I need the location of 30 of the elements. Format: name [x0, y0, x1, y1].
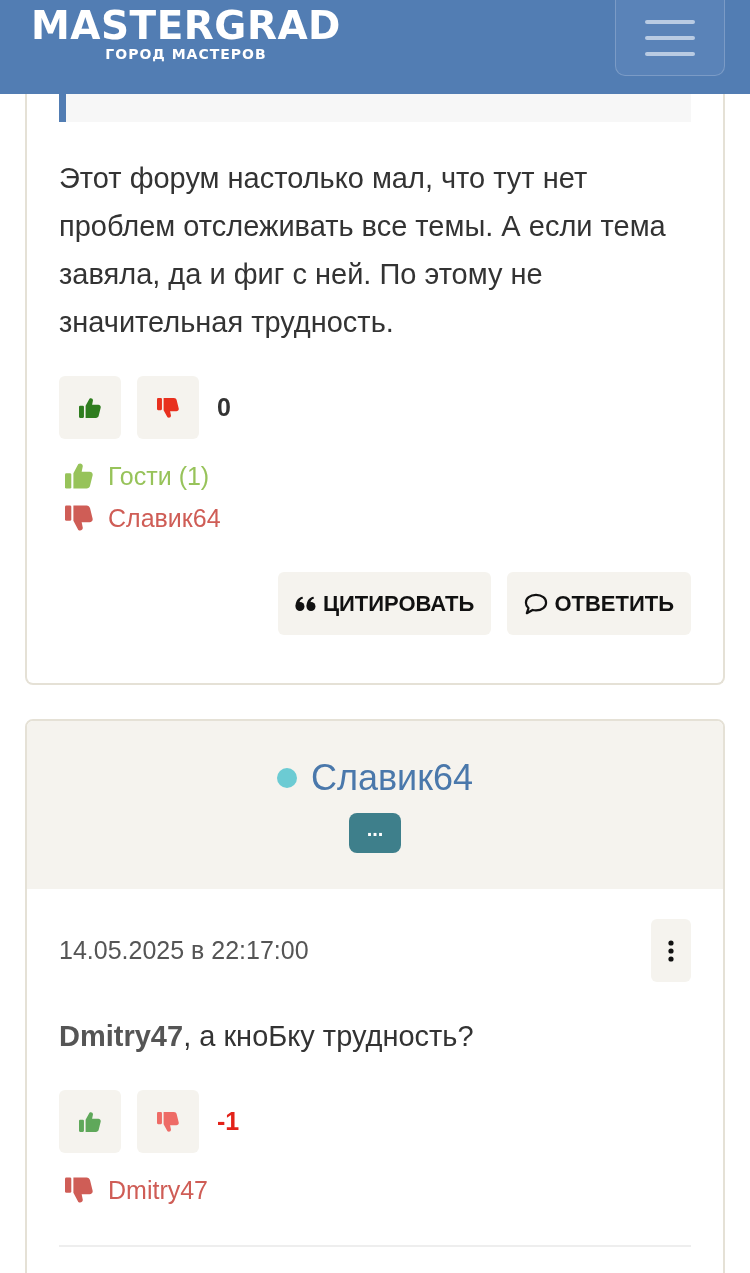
more-button[interactable]: ... [349, 813, 401, 853]
thumbs-up-icon [65, 462, 93, 490]
speech-bubble-icon [524, 592, 549, 615]
more-vertical-icon [668, 939, 674, 962]
author-link[interactable]: Славик64 [310, 757, 474, 799]
dislike-button[interactable] [137, 376, 199, 439]
reply-button[interactable]: ОТВЕТИТЬ [507, 572, 691, 635]
vote-score: -1 [217, 1107, 240, 1136]
menu-icon [645, 18, 695, 57]
thumbs-down-icon [157, 396, 179, 419]
thumbs-down-icon [65, 1176, 93, 1204]
quote-button[interactable]: ЦИТИРОВАТЬ [277, 572, 492, 635]
dislike-button[interactable] [137, 1090, 199, 1153]
options-button[interactable] [651, 919, 691, 982]
voter-link[interactable]: Славик64 [108, 499, 221, 537]
logo-text[interactable]: MASTERGRAD [31, 4, 341, 48]
like-button[interactable] [59, 1090, 121, 1153]
post-date: 14.05.2025 в 22:17:00 [59, 936, 309, 965]
menu-button[interactable] [615, 0, 725, 76]
like-button[interactable] [59, 376, 121, 439]
thumbs-up-icon [79, 396, 101, 419]
thumbs-down-icon [65, 504, 93, 532]
voter-link[interactable]: Dmitry47 [108, 1171, 208, 1209]
logo-tagline: ГОРОД МАСТЕРОВ [105, 46, 267, 62]
thumbs-down-icon [157, 1110, 179, 1133]
vote-score: 0 [217, 393, 231, 422]
post-text: Dmitry47, а кноБку трудность? [59, 1019, 475, 1054]
quote-icon [294, 595, 317, 612]
post-text: Этот форум настолько мал, что тут нет проблем отслеживать все темы. А если тема завяла, да и фиг с ней. По этому не значительная трудность. [59, 161, 667, 340]
thumbs-up-icon [79, 1110, 101, 1133]
